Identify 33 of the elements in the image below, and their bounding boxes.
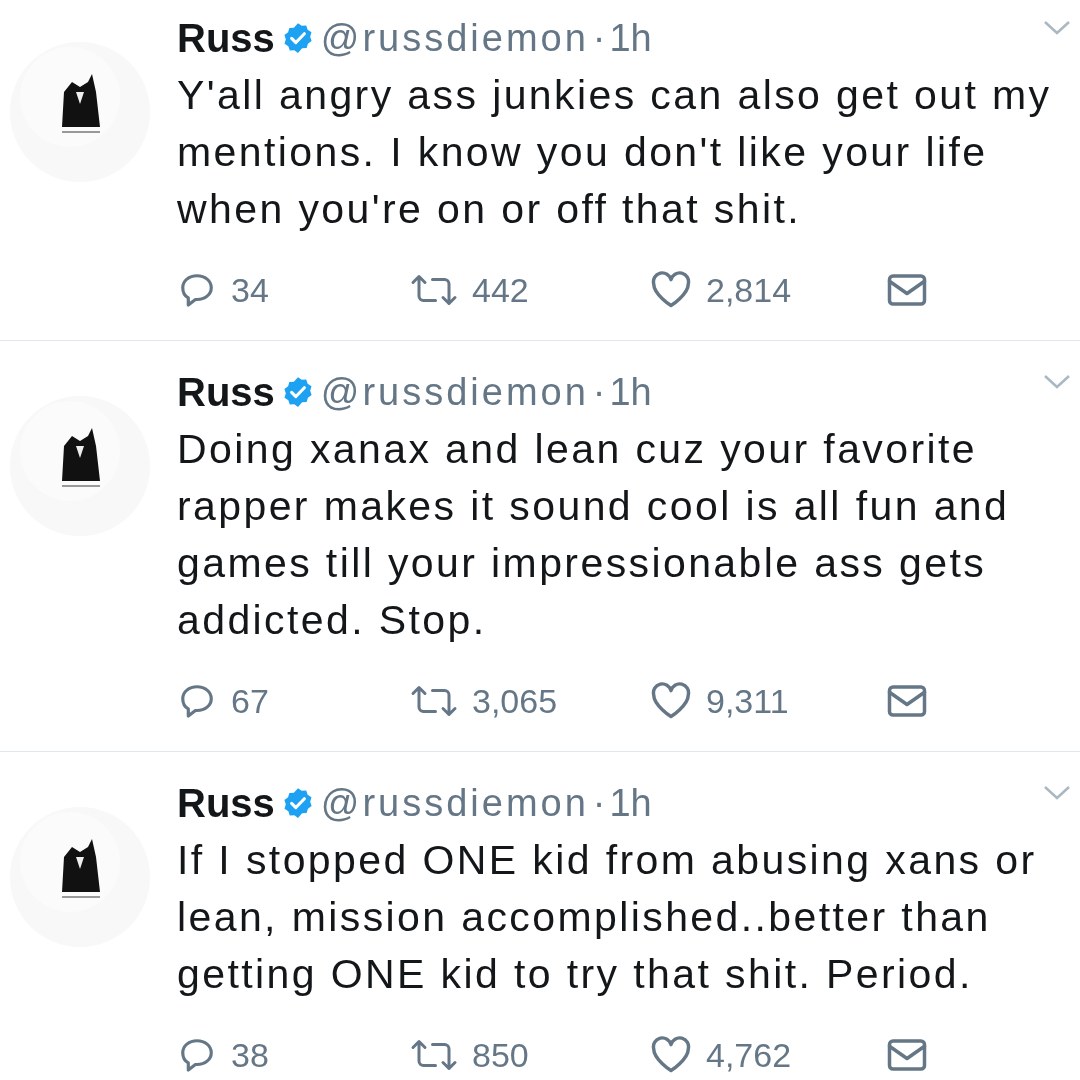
heart-icon[interactable]: [650, 682, 692, 720]
author-name: Russ: [177, 18, 275, 58]
retweet-count: 3,065: [472, 684, 558, 718]
envelope-icon[interactable]: [886, 1037, 928, 1073]
retweet-icon[interactable]: [410, 1037, 458, 1073]
tweet-time: 1h: [609, 784, 652, 822]
retweet-icon[interactable]: [410, 683, 458, 719]
like-count: 9,311: [706, 684, 789, 718]
retweet-count: 850: [472, 1038, 529, 1072]
separator: ·: [592, 373, 606, 411]
envelope-icon[interactable]: [886, 272, 928, 308]
tweet-text: If I stopped ONE kid from abusing xans or lean, mission accomplished..better than getting ONE kid to try that shit. Period.: [177, 836, 1038, 999]
like-count: 4,762: [706, 1038, 792, 1072]
tweet-time: 1h: [609, 373, 652, 411]
reply-count: 34: [231, 273, 269, 307]
author-name: Russ: [177, 372, 275, 412]
heart-icon[interactable]: [650, 271, 692, 309]
author-name: Russ: [177, 783, 275, 823]
heart-icon[interactable]: [650, 1036, 692, 1074]
author-handle: @russdiemon: [320, 373, 589, 411]
author-handle: @russdiemon: [320, 19, 589, 57]
retweet-icon[interactable]: [410, 272, 458, 308]
like-count: 2,814: [706, 273, 792, 307]
tweet-time: 1h: [609, 19, 652, 57]
tweet-text: Doing xanax and lean cuz your favorite rapper makes it sound cool is all fun and games till your impressionable ass gets addicted. Stop.: [177, 425, 1011, 645]
author-handle: @russdiemon: [320, 784, 589, 822]
retweet-count: 442: [472, 273, 529, 307]
tweet-text: Y'all angry ass junkies can also get out my mentions. I know you don't like your life when you're on or off that shit.: [177, 71, 1053, 234]
separator: ·: [592, 784, 606, 822]
reply-count: 67: [231, 684, 269, 718]
envelope-icon[interactable]: [886, 683, 928, 719]
separator: ·: [592, 19, 606, 57]
reply-count: 38: [231, 1038, 269, 1072]
